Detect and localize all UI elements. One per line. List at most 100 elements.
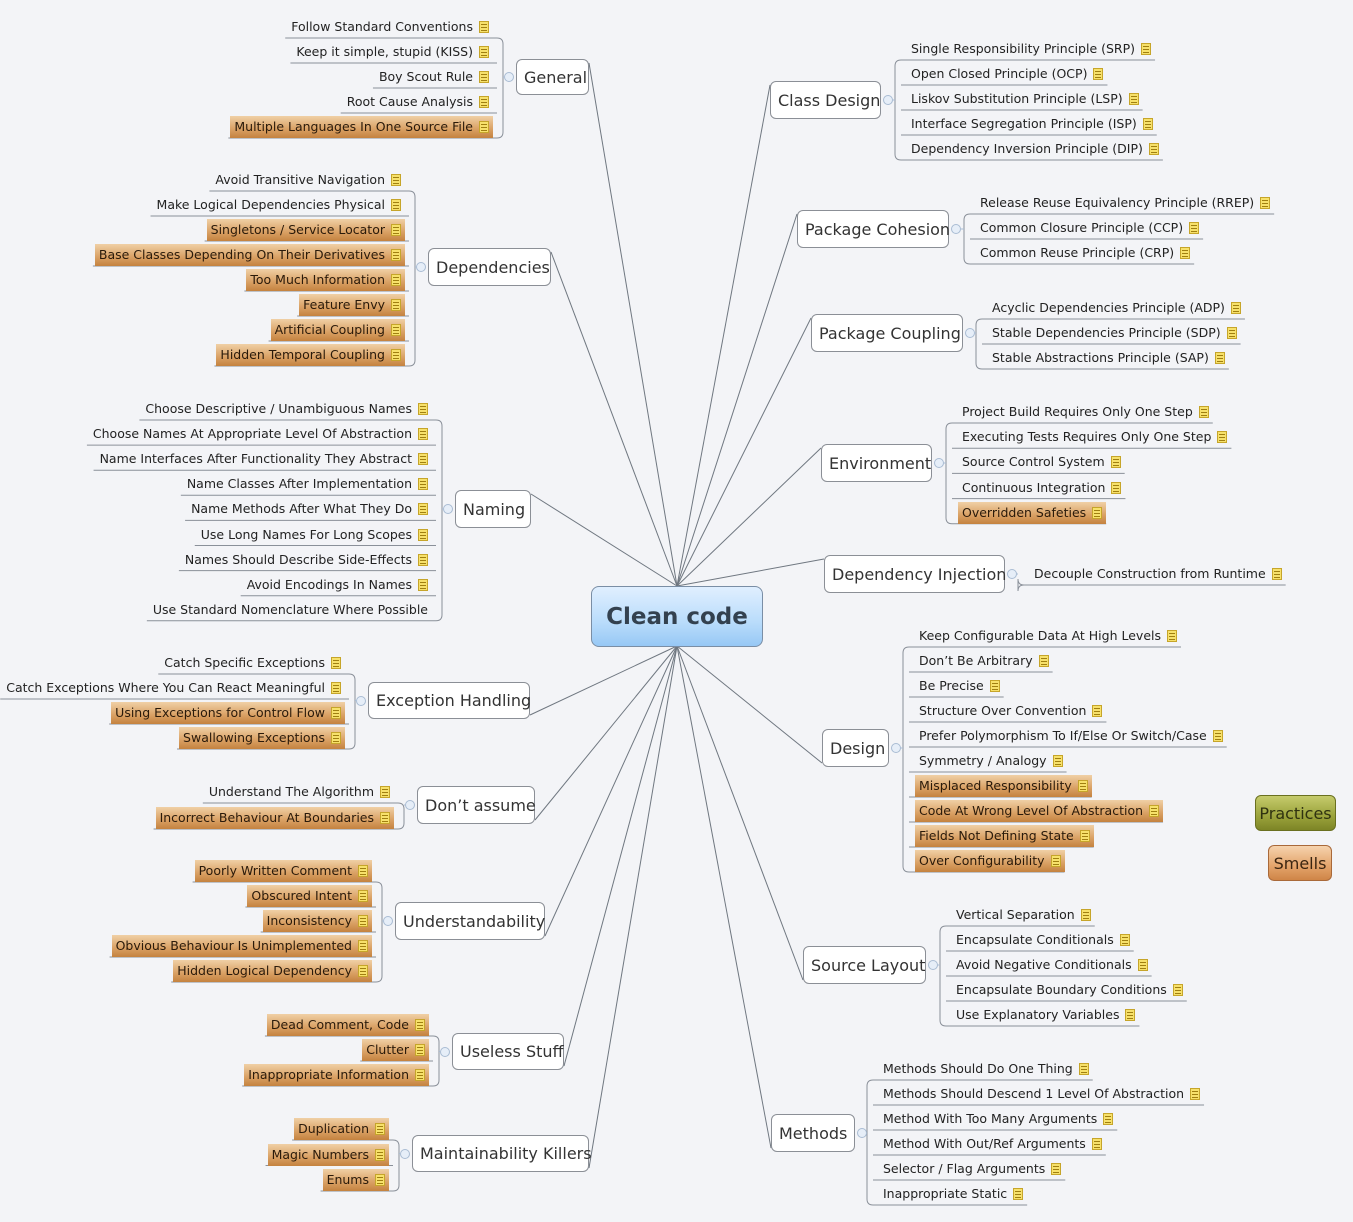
collapse-toggle-naming[interactable] [443, 504, 453, 514]
practice-item[interactable]: Keep it simple, stupid (KISS) [292, 41, 493, 63]
practice-item[interactable]: Keep Configurable Data At High Levels [915, 625, 1181, 647]
note-icon[interactable] [418, 403, 428, 415]
practice-item[interactable]: Use Long Names For Long Scopes [197, 524, 432, 546]
topic-dependency-injection[interactable]: Dependency Injection [824, 555, 1006, 593]
smell-item[interactable]: Multiple Languages In One Source File [230, 116, 493, 138]
smell-item[interactable]: Clutter [362, 1039, 429, 1061]
smell-item[interactable]: Hidden Logical Dependency [173, 960, 372, 982]
topic-useless-stuff[interactable]: Useless Stuff [452, 1033, 564, 1070]
practice-item[interactable]: Choose Names At Appropriate Level Of Abs… [89, 423, 432, 445]
note-icon[interactable] [358, 890, 368, 902]
practice-item[interactable]: Method With Too Many Arguments [879, 1108, 1117, 1130]
note-icon[interactable] [415, 1019, 425, 1031]
practice-item[interactable]: Symmetry / Analogy [915, 750, 1067, 772]
smell-item[interactable]: Obvious Behaviour Is Unimplemented [111, 935, 372, 957]
practice-item[interactable]: Root Cause Analysis [343, 91, 493, 113]
practice-item[interactable]: Single Responsibility Principle (SRP) [907, 38, 1155, 60]
note-icon[interactable] [391, 174, 401, 186]
note-icon[interactable] [418, 503, 428, 516]
note-icon[interactable] [1125, 1009, 1136, 1021]
smell-item[interactable]: Magic Numbers [267, 1143, 389, 1166]
topic-design[interactable]: Design [822, 729, 889, 767]
note-icon[interactable] [418, 578, 428, 591]
practice-item[interactable]: Use Standard Nomenclature Where Possible [149, 599, 432, 621]
practice-item[interactable]: Name Interfaces After Functionality They… [96, 448, 432, 470]
note-icon[interactable] [1051, 1163, 1062, 1175]
practice-item[interactable]: Encapsulate Conditionals [952, 929, 1134, 951]
practice-item[interactable]: Avoid Encodings In Names [243, 574, 432, 596]
collapse-toggle-methods[interactable] [857, 1128, 867, 1138]
practice-item[interactable]: Avoid Transitive Navigation [211, 169, 405, 191]
collapse-toggle-dont-assume[interactable] [405, 800, 415, 810]
smell-item[interactable]: Misplaced Responsibility [915, 775, 1092, 797]
note-icon[interactable] [1080, 909, 1091, 921]
note-icon[interactable] [989, 680, 1000, 692]
note-icon[interactable] [391, 224, 401, 236]
note-icon[interactable] [1091, 1138, 1102, 1150]
note-icon[interactable] [1141, 43, 1152, 55]
note-icon[interactable] [1110, 456, 1121, 469]
practice-item[interactable]: Encapsulate Boundary Conditions [952, 979, 1187, 1001]
note-icon[interactable] [1167, 630, 1177, 642]
practice-item[interactable]: Common Reuse Principle (CRP) [976, 242, 1194, 264]
smell-item[interactable]: Enums [322, 1169, 389, 1191]
practice-item[interactable]: Methods Should Descend 1 Level Of Abstra… [879, 1083, 1204, 1105]
practice-item[interactable]: Common Closure Principle (CCP) [976, 217, 1203, 239]
practice-item[interactable]: Don’t Be Arbitrary [915, 650, 1053, 672]
topic-dependencies[interactable]: Dependencies [428, 248, 551, 286]
practice-item[interactable]: Catch Specific Exceptions [160, 652, 345, 674]
practice-item[interactable]: Stable Abstractions Principle (SAP) [988, 347, 1229, 369]
note-icon[interactable] [391, 299, 401, 311]
note-icon[interactable] [1271, 568, 1282, 580]
note-icon[interactable] [1077, 780, 1088, 792]
collapse-toggle-package-coupling[interactable] [965, 328, 975, 338]
practice-item[interactable]: Boy Scout Rule [375, 66, 493, 88]
note-icon[interactable] [1190, 1088, 1201, 1100]
note-icon[interactable] [1119, 934, 1130, 946]
note-icon[interactable] [479, 96, 489, 108]
note-icon[interactable] [1189, 222, 1200, 234]
practice-item[interactable]: Project Build Requires Only One Step [958, 401, 1213, 423]
note-icon[interactable] [331, 732, 341, 744]
smell-item[interactable]: Using Exceptions for Control Flow [111, 702, 345, 724]
practice-item[interactable]: Interface Segregation Principle (ISP) [907, 113, 1157, 135]
topic-general[interactable]: General [516, 59, 589, 95]
smell-item[interactable]: Hidden Temporal Coupling [216, 344, 405, 366]
note-icon[interactable] [391, 349, 401, 361]
smell-item[interactable]: Code At Wrong Level Of Abstraction [915, 800, 1164, 822]
topic-package-coupling[interactable]: Package Coupling [811, 314, 963, 352]
note-icon[interactable] [375, 1174, 385, 1186]
topic-maintainability-killers[interactable]: Maintainability Killers [412, 1135, 592, 1172]
practice-item[interactable]: Inappropriate Static [879, 1183, 1027, 1205]
practice-item[interactable]: Vertical Separation [952, 904, 1095, 926]
practice-item[interactable]: Methods Should Do One Thing [879, 1058, 1093, 1080]
topic-source-layout[interactable]: Source Layout [803, 946, 926, 984]
collapse-toggle-package-cohesion[interactable] [951, 224, 961, 234]
note-icon[interactable] [415, 1044, 425, 1056]
topic-environment[interactable]: Environment [821, 444, 932, 482]
note-icon[interactable] [1092, 705, 1103, 717]
note-icon[interactable] [331, 682, 341, 694]
smell-item[interactable]: Too Much Information [246, 269, 405, 291]
practice-item[interactable]: Dependency Inversion Principle (DIP) [907, 138, 1163, 160]
topic-class-design[interactable]: Class Design [770, 81, 881, 119]
note-icon[interactable] [1230, 302, 1241, 314]
practice-item[interactable]: Selector / Flag Arguments [879, 1158, 1065, 1180]
practice-item[interactable]: Prefer Polymorphism To If/Else Or Switch… [915, 725, 1227, 747]
smell-item[interactable]: Inappropriate Information [244, 1064, 429, 1086]
note-icon[interactable] [375, 1148, 385, 1161]
practice-item[interactable]: Name Methods After What They Do [187, 498, 432, 520]
note-icon[interactable] [358, 915, 368, 927]
practice-item[interactable]: Method With Out/Ref Arguments [879, 1133, 1106, 1155]
practice-item[interactable]: Understand The Algorithm [205, 781, 394, 803]
note-icon[interactable] [1180, 247, 1191, 259]
note-icon[interactable] [1142, 118, 1153, 130]
note-icon[interactable] [1079, 830, 1090, 842]
practice-item[interactable]: Use Explanatory Variables [952, 1004, 1139, 1026]
topic-understandability[interactable]: Understandability [395, 902, 545, 940]
note-icon[interactable] [1212, 730, 1223, 742]
practice-item[interactable]: Follow Standard Conventions [287, 16, 493, 38]
note-icon[interactable] [358, 965, 368, 977]
note-icon[interactable] [1052, 755, 1063, 767]
note-icon[interactable] [479, 46, 489, 58]
